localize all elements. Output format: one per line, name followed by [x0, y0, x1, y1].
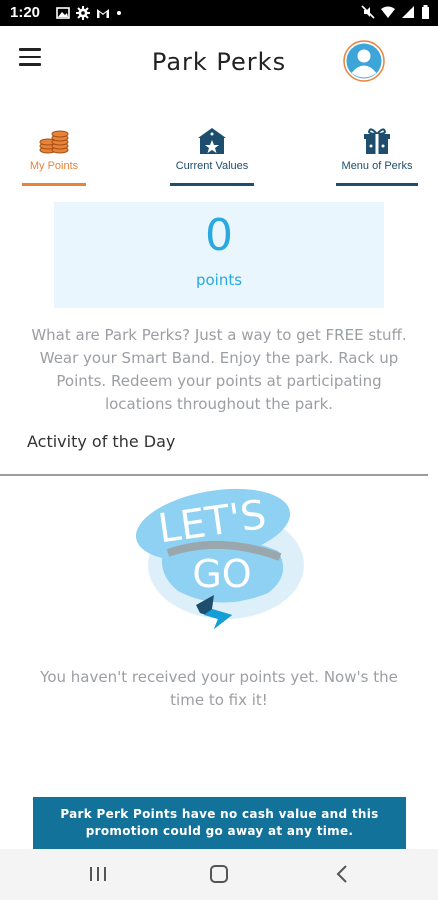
tab-bar: My Points Current Values Menu of Perks: [0, 126, 438, 188]
tab-label: Current Values: [175, 160, 249, 172]
coins-stack-icon: [39, 130, 69, 154]
mute-icon: [361, 5, 375, 19]
divider: [0, 474, 428, 476]
park-perks-description: What are Park Perks? Just a way to get F…: [31, 326, 407, 413]
activity-title: Activity of the Day: [27, 432, 176, 451]
user-avatar-icon[interactable]: [343, 40, 385, 82]
wifi-icon: [381, 6, 395, 18]
tab-indicator: [170, 183, 254, 186]
empty-activity-message: You haven't received your points yet. No…: [40, 668, 398, 709]
gear-icon: [76, 6, 90, 20]
app-header: Park Perks: [0, 26, 438, 98]
points-summary-card: 0 points: [54, 202, 384, 308]
go-text: GO: [192, 552, 251, 596]
star-store-icon: [198, 128, 226, 154]
signal-icon: [402, 6, 414, 18]
tab-indicator: [336, 183, 418, 186]
tab-my-points[interactable]: My Points: [22, 126, 86, 186]
gmail-icon: [97, 9, 109, 18]
lets-go-illustration: LET'S GO: [135, 488, 304, 629]
tab-label: Menu of Perks: [341, 160, 413, 172]
battery-icon: [422, 5, 429, 19]
back-icon[interactable]: [331, 863, 355, 885]
status-time: 1:20: [10, 4, 41, 21]
image-icon: [56, 7, 70, 19]
points-value: 0: [205, 210, 233, 261]
disclaimer-banner: Park Perk Points have no cash value and …: [33, 797, 406, 849]
status-bar: 1:20: [0, 0, 438, 26]
gift-box-icon: [364, 128, 390, 154]
system-nav-bar: [0, 849, 438, 900]
points-label: points: [195, 271, 243, 289]
recent-apps-icon[interactable]: [86, 863, 110, 885]
dot-icon: [117, 11, 121, 15]
tab-menu-of-perks[interactable]: Menu of Perks: [336, 126, 418, 186]
active-tab-indicator: [22, 183, 86, 186]
tab-label: My Points: [29, 160, 79, 172]
tab-current-values[interactable]: Current Values: [170, 126, 254, 186]
home-icon[interactable]: [207, 863, 231, 885]
